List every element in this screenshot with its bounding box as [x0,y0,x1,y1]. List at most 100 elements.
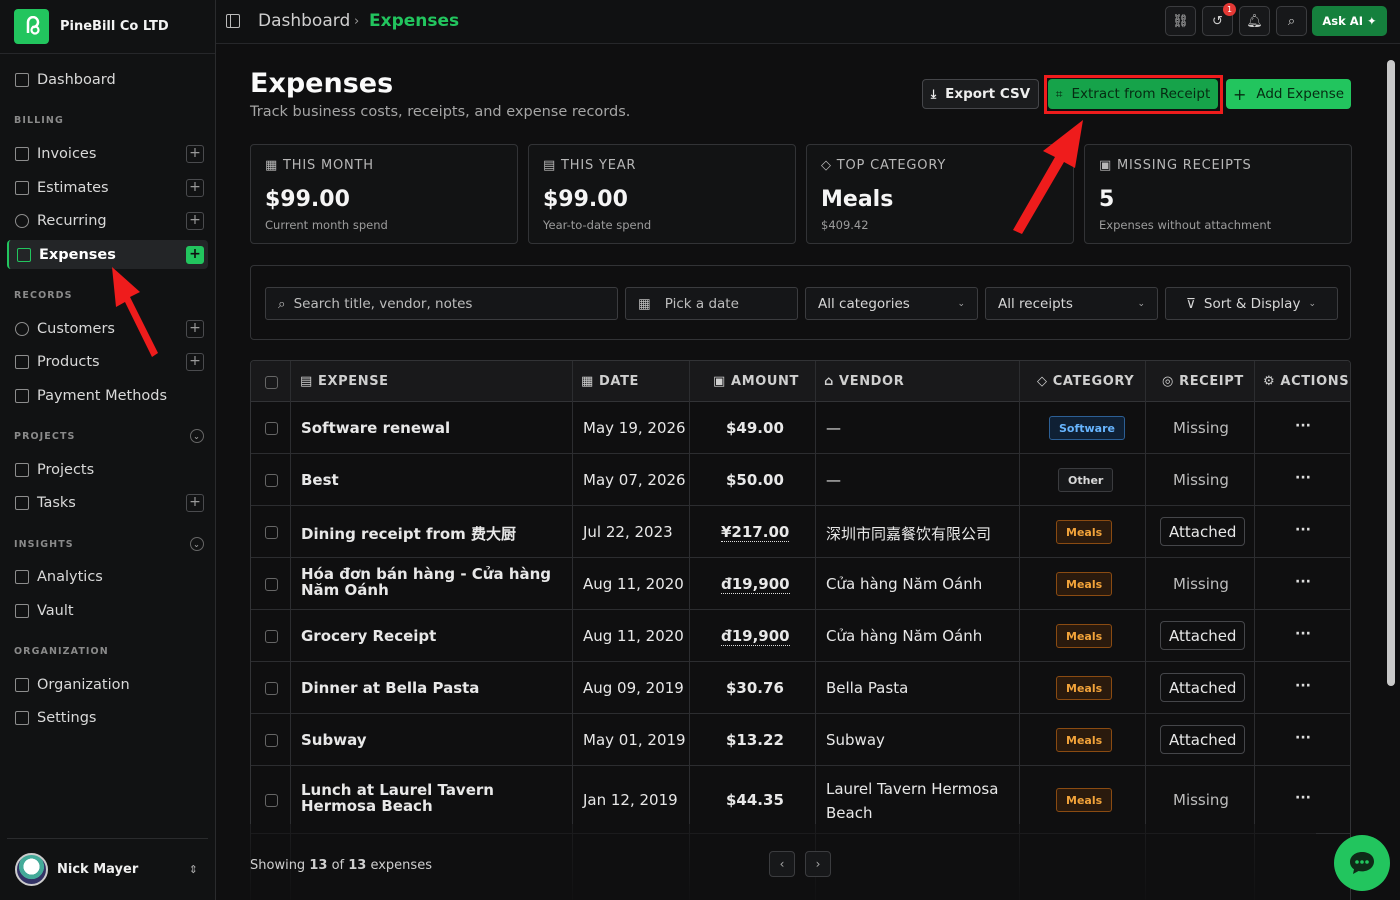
add-product-button[interactable]: + [186,353,204,371]
receipt-attached-button[interactable]: Attached [1160,621,1246,650]
export-csv-button[interactable]: ⤓ Export CSV [922,79,1039,109]
section-projects[interactable]: PROJECTS ⌄ [14,429,204,443]
table-row[interactable]: Subway May 01, 2019 $13.22 Subway Meals … [251,714,1350,766]
receipt-attached-button[interactable]: Attached [1160,517,1246,546]
next-page-button[interactable]: › [805,851,831,877]
expense-title[interactable]: Dining receipt from 费大厨 [301,523,561,544]
section-insights[interactable]: INSIGHTS ⌄ [14,537,204,551]
link-button[interactable]: ⛓ [1165,6,1196,36]
sidebar-item-estimates[interactable]: Estimates + [7,173,208,202]
sidebar-item-products[interactable]: Products + [7,347,208,376]
expense-title[interactable]: Best [301,471,561,489]
row-actions-button[interactable]: ··· [1295,730,1311,746]
ask-ai-button[interactable]: Ask AI ✦ [1312,6,1387,36]
row-actions-button[interactable]: ··· [1295,790,1311,806]
row-checkbox[interactable] [265,422,278,435]
add-recurring-button[interactable]: + [186,212,204,230]
sidebar-item-payment-methods[interactable]: Payment Methods [7,381,208,410]
category-select[interactable]: All categories ⌄ [805,287,978,320]
column-header-amount[interactable]: ▣ AMOUNT [713,374,799,389]
add-expense-button[interactable]: + Add Expense [1226,79,1351,109]
sidebar-toggle-icon[interactable] [226,14,240,28]
table-row[interactable]: Dinner at Bella Pasta Aug 09, 2019 $30.7… [251,662,1350,714]
column-header-date[interactable]: ▦ DATE [581,374,639,389]
receipt-attached-button[interactable]: Attached [1160,673,1246,702]
add-estimate-button[interactable]: + [186,179,204,197]
expense-amount: $44.35 [726,791,784,809]
row-actions-button[interactable]: ··· [1295,418,1311,434]
select-all-checkbox[interactable] [265,376,278,389]
chat-button[interactable] [1334,835,1390,891]
sort-display-button[interactable]: ⊽ Sort & Display ⌄ [1165,287,1338,320]
sidebar-item-settings[interactable]: Settings [7,703,208,732]
table-row[interactable]: Grocery Receipt Aug 11, 2020 đ19,900 Cửa… [251,610,1350,662]
column-label: RECEIPT [1179,374,1244,389]
user-menu[interactable]: Nick Mayer ⇕ [7,838,208,900]
row-actions-button[interactable]: ··· [1295,626,1311,642]
row-checkbox[interactable] [265,682,278,695]
gear-icon: ⚙ [1263,374,1276,389]
sidebar-item-projects[interactable]: Projects [7,455,208,484]
brand[interactable]: PineBill Co LTD [0,0,215,54]
row-checkbox[interactable] [265,526,278,539]
previous-page-button[interactable]: ‹ [769,851,795,877]
add-expense-sidebar-button[interactable]: + [186,246,204,264]
sidebar-item-dashboard[interactable]: Dashboard [7,65,208,94]
expense-amount: ¥217.00 [721,523,790,542]
chevron-down-icon[interactable]: ⌄ [190,537,204,551]
row-checkbox[interactable] [265,474,278,487]
column-header-category[interactable]: ◇ CATEGORY [1037,374,1134,389]
row-actions-button[interactable]: ··· [1295,574,1311,590]
breadcrumb-dashboard[interactable]: Dashboard [258,11,350,31]
category-badge: Meals [1056,572,1113,596]
receipt-attached-button[interactable]: Attached [1160,725,1246,754]
column-header-expense[interactable]: ▤ EXPENSE [300,374,389,389]
sidebar-item-recurring[interactable]: Recurring + [7,206,208,235]
date-picker[interactable]: ▦ Pick a date [625,287,798,320]
row-checkbox[interactable] [265,734,278,747]
expense-title[interactable]: Hóa đơn bán hàng - Cửa hàng Năm Oánh [301,566,563,598]
card-label: ◇ TOP CATEGORY [821,158,946,173]
add-task-button[interactable]: + [186,494,204,512]
column-header-receipt[interactable]: ◎ RECEIPT [1162,374,1244,389]
row-checkbox[interactable] [265,578,278,591]
category-badge: Meals [1056,788,1113,812]
add-customer-button[interactable]: + [186,320,204,338]
table-row[interactable]: Best May 07, 2026 $50.00 — Other Missing… [251,454,1350,506]
expense-title[interactable]: Grocery Receipt [301,627,561,645]
sidebar-item-invoices[interactable]: Invoices + [7,139,208,168]
chevron-down-icon[interactable]: ⌄ [190,429,204,443]
table-row[interactable]: Dining receipt from 费大厨 Jul 22, 2023 ¥21… [251,506,1350,558]
table-row[interactable]: Hóa đơn bán hàng - Cửa hàng Năm Oánh Aug… [251,558,1350,610]
history-button[interactable]: ↺ 1 [1202,3,1236,36]
sparkle-icon: ✦ [1366,14,1377,28]
sidebar-item-expenses[interactable]: Expenses + [7,240,208,269]
row-actions-button[interactable]: ··· [1295,470,1311,486]
column-header-vendor[interactable]: ⌂ VENDOR [824,374,904,389]
receipt-status: Missing [1173,471,1229,489]
sidebar-item-vault[interactable]: Vault [7,596,208,625]
expense-title[interactable]: Software renewal [301,419,561,437]
expense-title[interactable]: Dinner at Bella Pasta [301,679,561,697]
document-icon [15,146,29,161]
date-label: Pick a date [664,295,739,312]
row-checkbox[interactable] [265,794,278,807]
add-invoice-button[interactable]: + [186,145,204,163]
row-actions-button[interactable]: ··· [1295,678,1311,694]
search-input[interactable]: ⌕ Search title, vendor, notes [265,287,618,320]
expense-title[interactable]: Lunch at Laurel Tavern Hermosa Beach [301,782,563,814]
search-button[interactable]: ⌕ [1276,6,1307,36]
expense-title[interactable]: Subway [301,731,561,749]
sidebar-item-organization[interactable]: Organization [7,670,208,699]
sidebar-item-tasks[interactable]: Tasks + [7,488,208,517]
receipts-select[interactable]: All receipts ⌄ [985,287,1158,320]
sidebar-item-customers[interactable]: Customers + [7,314,208,343]
chevron-right-icon: › [815,857,821,871]
table-row[interactable]: Software renewal May 19, 2026 $49.00 — S… [251,402,1350,454]
row-actions-button[interactable]: ··· [1295,522,1311,538]
scrollbar[interactable] [1387,60,1395,686]
row-checkbox[interactable] [265,630,278,643]
notifications-button[interactable]: 🔔︎ [1239,6,1270,36]
category-badge: Software [1049,416,1125,440]
sidebar-item-analytics[interactable]: Analytics [7,562,208,591]
